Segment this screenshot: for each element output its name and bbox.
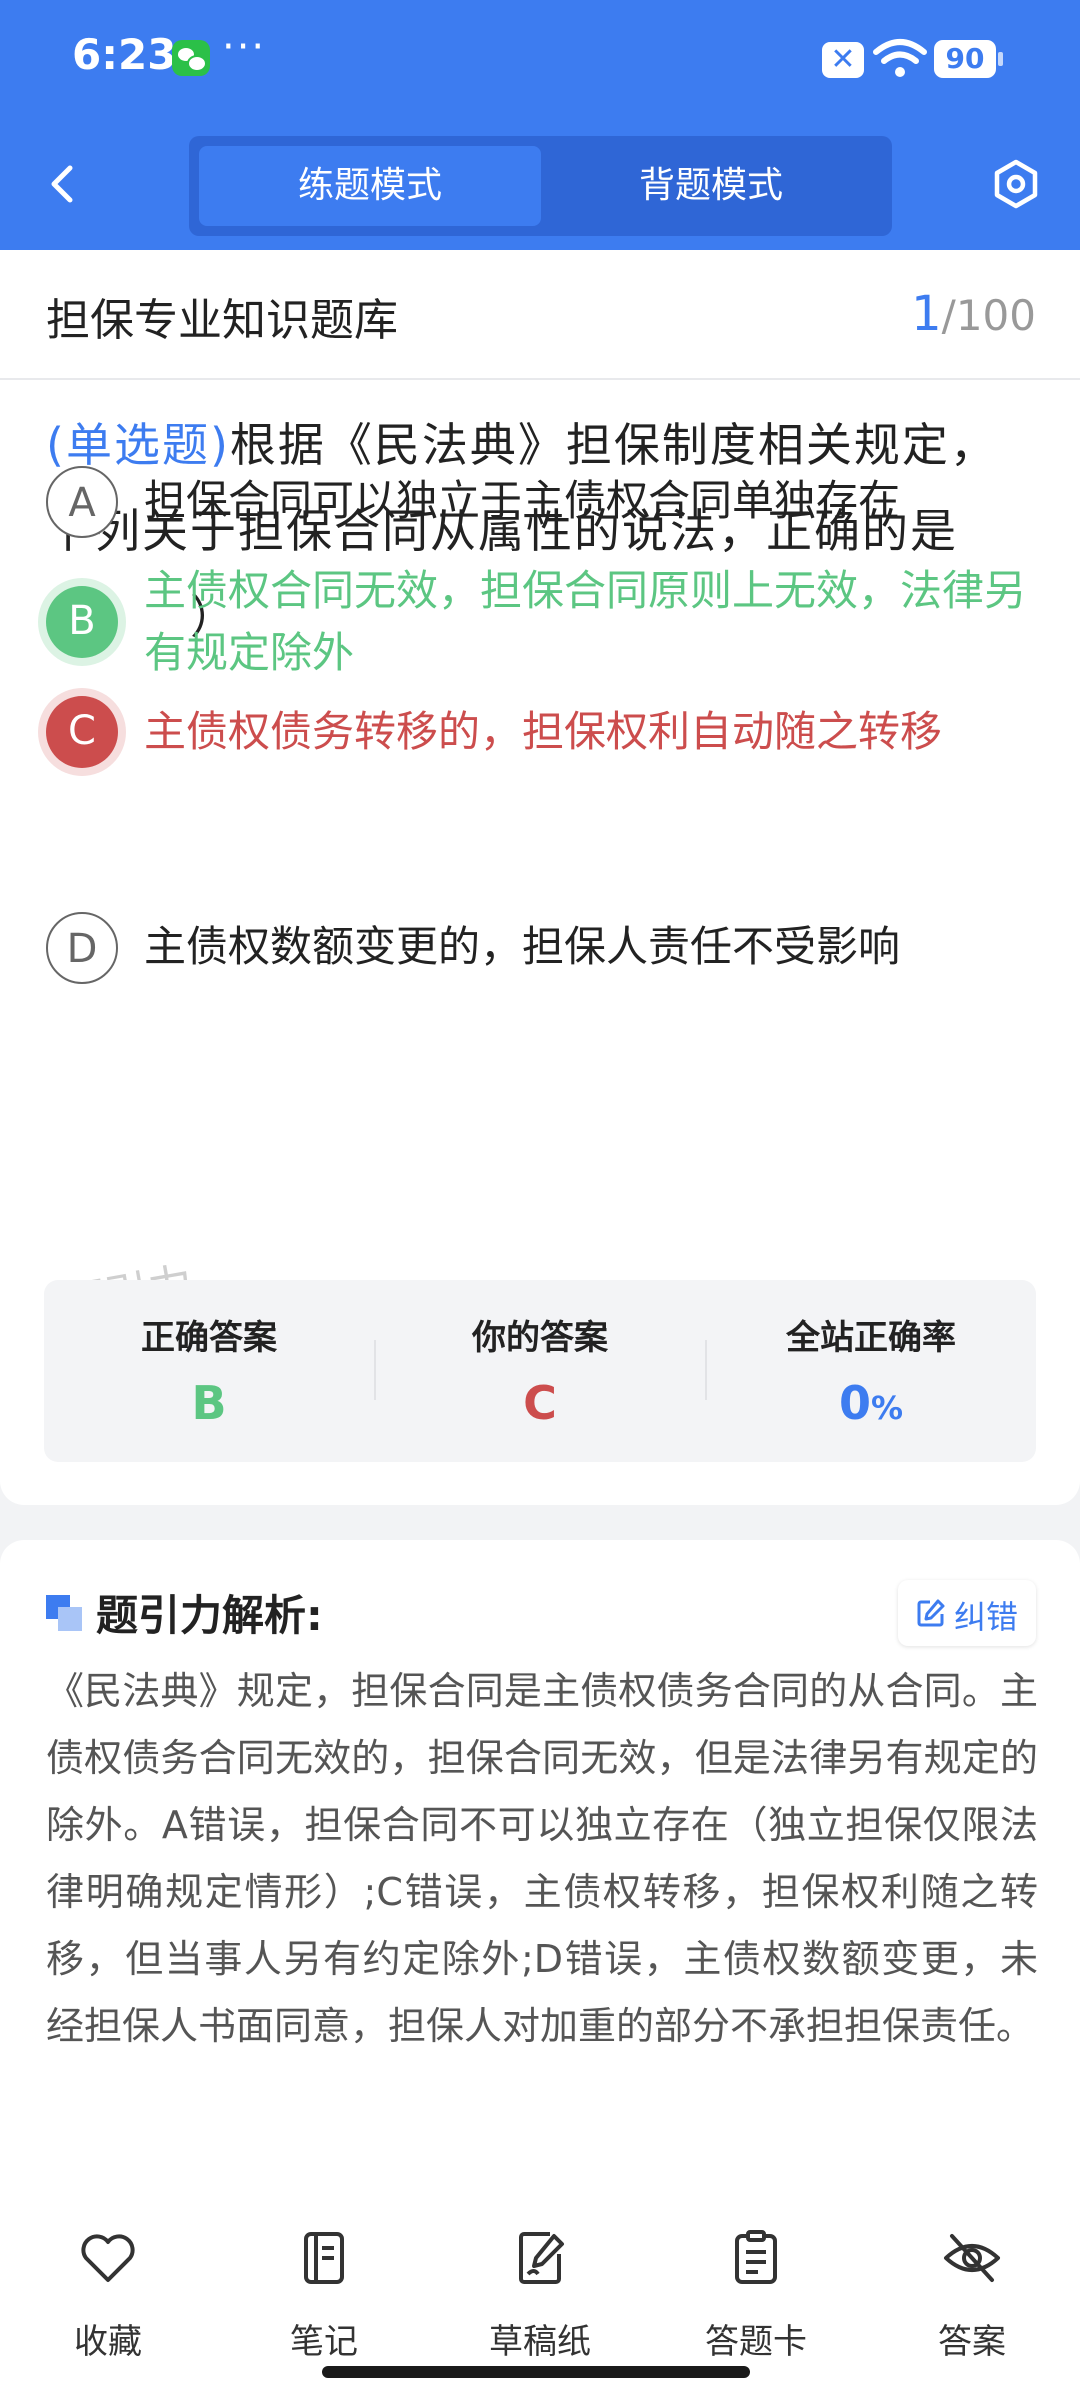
edit-icon xyxy=(917,1599,945,1627)
notes-label: 笔记 xyxy=(290,2322,358,2362)
notes-button[interactable]: 笔记 xyxy=(244,2226,404,2376)
option-text-d: 主债权数额变更的，担保人责任不受影响 xyxy=(144,922,901,971)
wifi-icon xyxy=(873,39,927,77)
home-indicator[interactable] xyxy=(322,2366,750,2378)
question-type: (单选题) xyxy=(46,418,230,472)
tab-practice-mode[interactable]: 练题模式 xyxy=(199,146,541,226)
analysis-text: 《民法典》规定，担保合同是主债权债务合同的从合同。主债权债务合同无效的，担保合同… xyxy=(46,1669,1038,2048)
total-questions: /100 xyxy=(941,291,1036,340)
option-text-c: 主债权债务转移的，担保权利自动随之转移 xyxy=(144,707,943,756)
stat-value: 0% xyxy=(706,1376,1036,1430)
stat-label: 正确答案 xyxy=(141,1318,277,1358)
show-answer-label: 答案 xyxy=(938,2322,1006,2362)
option-letter-b: B xyxy=(46,586,118,658)
option-letter-a: A xyxy=(46,466,118,538)
analysis-icon xyxy=(46,1595,82,1631)
favorite-label: 收藏 xyxy=(74,2322,142,2362)
report-error-button[interactable]: 纠错 xyxy=(898,1580,1036,1646)
heart-icon xyxy=(81,2234,135,2282)
answer-stats: 正确答案 B 你的答案 C 全站正确率 0% xyxy=(44,1280,1036,1462)
stat-correct-answer: 正确答案 B xyxy=(44,1280,374,1462)
analysis-card: 题引力解析: 纠错 《民法典》规定，担保合同是主债权债务合同的从合同。主债权债务… xyxy=(0,1540,1080,2200)
wechat-notification-icon xyxy=(172,40,210,76)
stat-label: 全站正确率 xyxy=(786,1318,956,1358)
current-question-number: 1 xyxy=(911,286,942,342)
answer-sheet-button[interactable]: 答题卡 xyxy=(676,2226,836,2376)
mode-switch: 练题模式 背题模式 xyxy=(189,136,892,236)
rate-number: 0 xyxy=(838,1376,871,1430)
analysis-title: 题引力解析: xyxy=(96,1591,323,1640)
option-text-a: 担保合同可以独立于主债权合同单独存在 xyxy=(144,476,901,525)
eye-off-icon xyxy=(944,2234,1000,2282)
answer-sheet-label: 答题卡 xyxy=(705,2322,807,2362)
settings-icon[interactable] xyxy=(990,158,1042,210)
stat-accuracy-rate: 全站正确率 0% xyxy=(706,1280,1036,1462)
stat-value: B xyxy=(191,1376,227,1430)
question-progress: 1/100 xyxy=(911,286,1036,342)
status-time: 6:23 xyxy=(72,30,177,79)
option-letter-d: D xyxy=(46,912,118,984)
stat-label: 你的答案 xyxy=(472,1318,608,1358)
stat-value: C xyxy=(523,1376,557,1430)
status-bar: 6:23 ··· ✕ 90 xyxy=(0,0,1080,120)
no-sim-icon: ✕ xyxy=(822,42,864,78)
draft-paper-button[interactable]: 草稿纸 xyxy=(460,2226,620,2376)
rate-unit: % xyxy=(870,1389,904,1427)
favorite-button[interactable]: 收藏 xyxy=(28,2226,188,2376)
show-answer-button[interactable]: 答案 xyxy=(892,2226,1052,2376)
option-letter-c: C xyxy=(46,696,118,768)
draft-icon xyxy=(519,2232,564,2284)
battery-icon: 90 xyxy=(934,40,1003,78)
stat-your-answer: 你的答案 C xyxy=(375,1280,705,1462)
question-bank-title: 担保专业知识题库 xyxy=(46,295,398,346)
notebook-icon xyxy=(304,2232,344,2284)
back-arrow-icon[interactable] xyxy=(40,160,88,208)
option-text-b: 主债权合同无效，担保合同原则上无效，法律另有规定除外 xyxy=(144,566,1027,677)
report-error-label: 纠错 xyxy=(954,1598,1019,1636)
app-header: 6:23 ··· ✕ 90 练题模式 背题模式 xyxy=(0,0,1080,250)
tab-memorize-mode[interactable]: 背题模式 xyxy=(540,146,882,226)
more-notifications-icon: ··· xyxy=(222,24,267,70)
draft-paper-label: 草稿纸 xyxy=(489,2322,591,2362)
title-row: 担保专业知识题库 1/100 xyxy=(0,250,1080,380)
clipboard-icon xyxy=(735,2230,777,2284)
